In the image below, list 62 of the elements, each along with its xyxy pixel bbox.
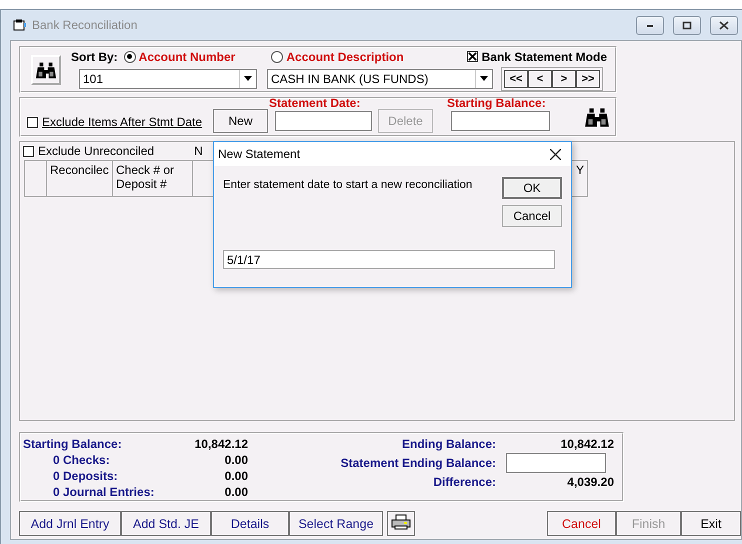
radio-button[interactable] (124, 50, 136, 62)
summary-label: Difference: (432, 475, 496, 489)
binoculars-icon[interactable] (31, 54, 61, 84)
dialog-title: New Statement (218, 147, 300, 161)
nav-button[interactable]: > (552, 70, 576, 88)
column-header[interactable]: Reconcilec (47, 161, 113, 196)
minimize-button[interactable] (636, 16, 664, 34)
checkbox[interactable] (27, 116, 38, 128)
dialog-message: Enter statement date to start a new reconciliation (223, 178, 474, 193)
summary-label: 0 Journal Entries: (52, 485, 156, 499)
checkbox-label: Exclude Items After Stmt Date (42, 115, 202, 129)
nav-button[interactable]: < (528, 70, 552, 88)
new-button[interactable]: New (213, 109, 268, 133)
footer-button[interactable]: Exit (681, 511, 741, 536)
sort-label: Sort By: (71, 50, 118, 64)
close-icon (718, 20, 730, 30)
nav-button[interactable]: >> (576, 70, 600, 88)
maximize-button[interactable] (673, 16, 701, 34)
statement-ending-balance-field[interactable] (506, 453, 606, 473)
close-button[interactable] (710, 16, 738, 34)
summary-value: 4,039.20 (566, 475, 614, 489)
checkbox[interactable] (466, 51, 478, 62)
statement-date-field[interactable] (275, 111, 372, 131)
summary-value: 0.00 (224, 485, 248, 499)
checkbox[interactable] (23, 146, 34, 156)
summary-label: 0 Deposits: (52, 469, 119, 483)
footer-button[interactable]: Cancel (547, 511, 616, 536)
footer-button[interactable]: Add Jrnl Entry (19, 511, 121, 536)
account-number-dropdown[interactable]: 101 (79, 68, 257, 88)
cancel-button[interactable]: Cancel (502, 205, 562, 227)
sort-option-label: Account Number (138, 50, 236, 64)
field-label: Starting Balance: (447, 96, 547, 110)
summary-value: 0.00 (224, 469, 248, 483)
dropdown-arrow-icon[interactable] (244, 76, 252, 81)
starting-balance-field[interactable] (451, 111, 550, 131)
column-label: N (194, 144, 203, 158)
summary-value: 0.00 (224, 453, 248, 467)
field-label: Statement Date: (269, 96, 362, 110)
account-description-dropdown[interactable]: CASH IN BANK (US FUNDS) (267, 68, 493, 88)
summary-label: 0 Checks: (52, 453, 111, 467)
dropdown-arrow-icon[interactable] (480, 76, 488, 81)
summary-label: Statement Ending Balance: (340, 456, 496, 470)
checkbox-label: Bank Statement Mode (482, 50, 607, 64)
summary-value: 10,842.12 (560, 437, 614, 451)
column-header[interactable]: Check # or Deposit # (113, 161, 193, 196)
printer-button[interactable] (387, 511, 415, 536)
footer-button[interactable]: Add Std. JE (121, 511, 211, 536)
nav-button[interactable]: << (504, 70, 528, 88)
ok-button[interactable]: OK (502, 177, 562, 199)
summary-value: 10,842.12 (194, 437, 248, 451)
date-field[interactable]: 5/1/17 (223, 250, 555, 269)
summary-label: Starting Balance: (23, 437, 123, 451)
footer-button[interactable]: Details (211, 511, 289, 536)
close-icon[interactable] (550, 148, 561, 160)
summary-label: Ending Balance: (400, 437, 496, 451)
checkbox-label: Exclude Unreconciled (38, 144, 154, 158)
sort-option-label: Account Description (286, 50, 404, 64)
maximize-icon (681, 20, 693, 30)
footer-button[interactable]: Select Range (289, 511, 383, 536)
app-icon (13, 19, 27, 31)
window-title: Bank Reconciliation (32, 18, 138, 32)
radio-button[interactable] (271, 50, 284, 62)
